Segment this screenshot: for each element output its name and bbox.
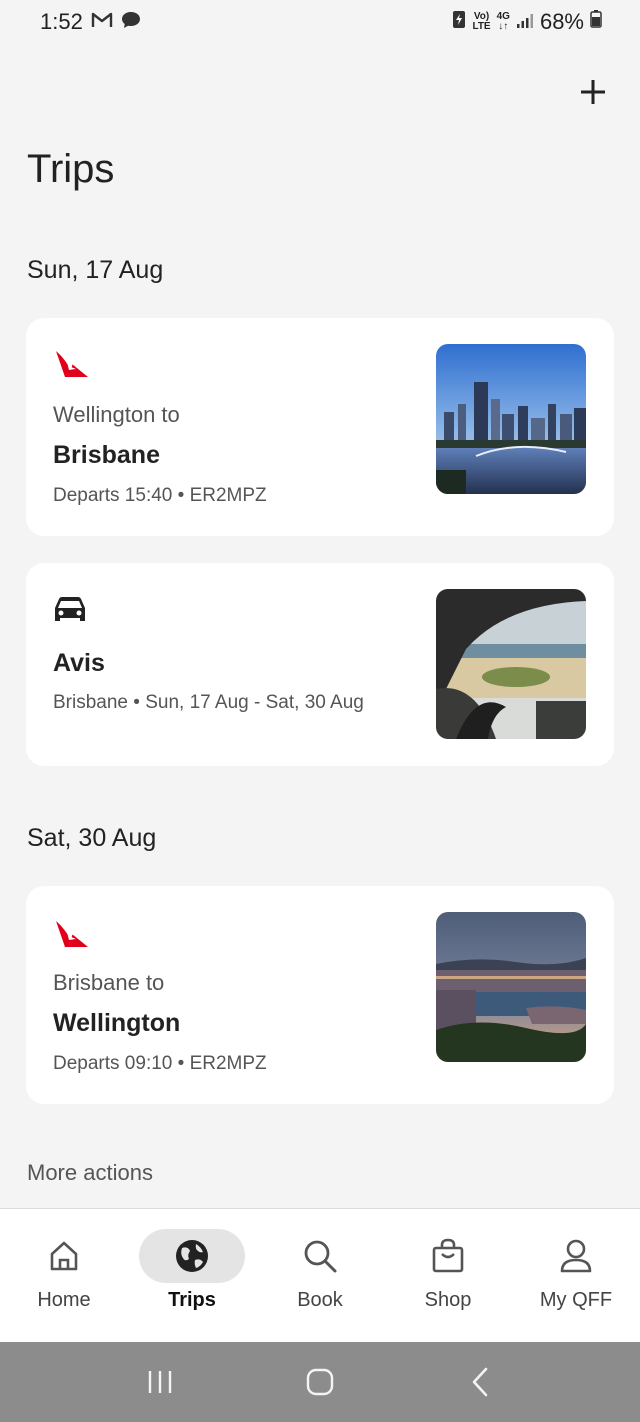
trip-card-car[interactable]: Avis Brisbane • Sun, 17 Aug - Sat, 30 Au… — [26, 563, 614, 766]
nav-item-book[interactable]: Book — [256, 1209, 384, 1342]
qantas-logo — [53, 918, 91, 953]
page-title: Trips — [27, 147, 115, 191]
status-time: 1:52 — [40, 9, 83, 34]
date-heading: Sat, 30 Aug — [27, 824, 157, 852]
nav-label: Trips — [168, 1289, 216, 1311]
flight-details: Departs 09:10 • ER2MPZ — [53, 1053, 267, 1074]
date-heading: Sun, 17 Aug — [27, 256, 164, 284]
rental-details: Brisbane • Sun, 17 Aug - Sat, 30 Aug — [53, 692, 364, 713]
globe-icon — [176, 1240, 208, 1272]
chat-icon — [121, 9, 141, 35]
home-icon — [50, 1241, 78, 1271]
nav-item-home[interactable]: Home — [0, 1209, 128, 1342]
car-company: Avis — [53, 649, 105, 677]
qantas-logo — [53, 348, 91, 383]
person-icon — [560, 1239, 592, 1273]
nav-item-my-qff[interactable]: My QFF — [512, 1209, 640, 1342]
brisbane-city-photo — [436, 344, 586, 494]
route-origin: Wellington to — [53, 402, 180, 427]
battery-saver-icon — [452, 9, 466, 35]
nav-label: Home — [37, 1289, 91, 1311]
status-left: 1:52 — [40, 9, 141, 35]
flight-details: Departs 15:40 • ER2MPZ — [53, 485, 267, 506]
back-button[interactable] — [450, 1352, 510, 1412]
home-circle-icon — [306, 1368, 334, 1396]
trip-card-flight[interactable]: Wellington to Brisbane Departs 15:40 • E… — [26, 318, 614, 536]
nav-label: Book — [297, 1289, 343, 1311]
nav-label: Shop — [424, 1289, 472, 1311]
system-nav-bar — [0, 1342, 640, 1422]
signal-icon — [516, 9, 534, 35]
chevron-left-icon — [472, 1367, 488, 1397]
home-system-button[interactable] — [290, 1352, 350, 1412]
trip-card-flight[interactable]: Brisbane to Wellington Departs 09:10 • E… — [26, 886, 614, 1104]
recent-apps-button[interactable] — [130, 1352, 190, 1412]
network-indicator: 4G ↓↑ — [496, 11, 510, 32]
bottom-nav: Home Trips Book Shop My QFF — [0, 1208, 640, 1342]
nav-label: My QFF — [539, 1289, 613, 1311]
car-window-beach-photo — [436, 589, 586, 739]
nav-item-trips[interactable]: Trips — [128, 1209, 256, 1342]
more-actions-heading: More actions — [27, 1160, 153, 1185]
route-origin: Brisbane to — [53, 970, 165, 995]
nav-item-shop[interactable]: Shop — [384, 1209, 512, 1342]
add-trip-button[interactable] — [573, 72, 613, 112]
route-destination: Brisbane — [53, 441, 160, 469]
volte-indicator: Vo) LTE — [472, 11, 491, 32]
battery-icon — [590, 9, 602, 35]
battery-percent: 68% — [539, 9, 584, 34]
recent-apps-icon — [148, 1371, 172, 1393]
car-icon — [53, 595, 87, 630]
route-destination: Wellington — [53, 1009, 181, 1037]
shopping-bag-icon — [432, 1238, 464, 1273]
plus-icon — [581, 80, 605, 104]
gmail-icon — [91, 9, 113, 35]
status-right: Vo) LTE 4G ↓↑ 68% — [452, 9, 602, 35]
status-bar: 1:52 Vo) LTE 4G ↓↑ 68% — [0, 0, 640, 44]
search-icon — [304, 1240, 337, 1273]
wellington-harbour-photo — [436, 912, 586, 1062]
